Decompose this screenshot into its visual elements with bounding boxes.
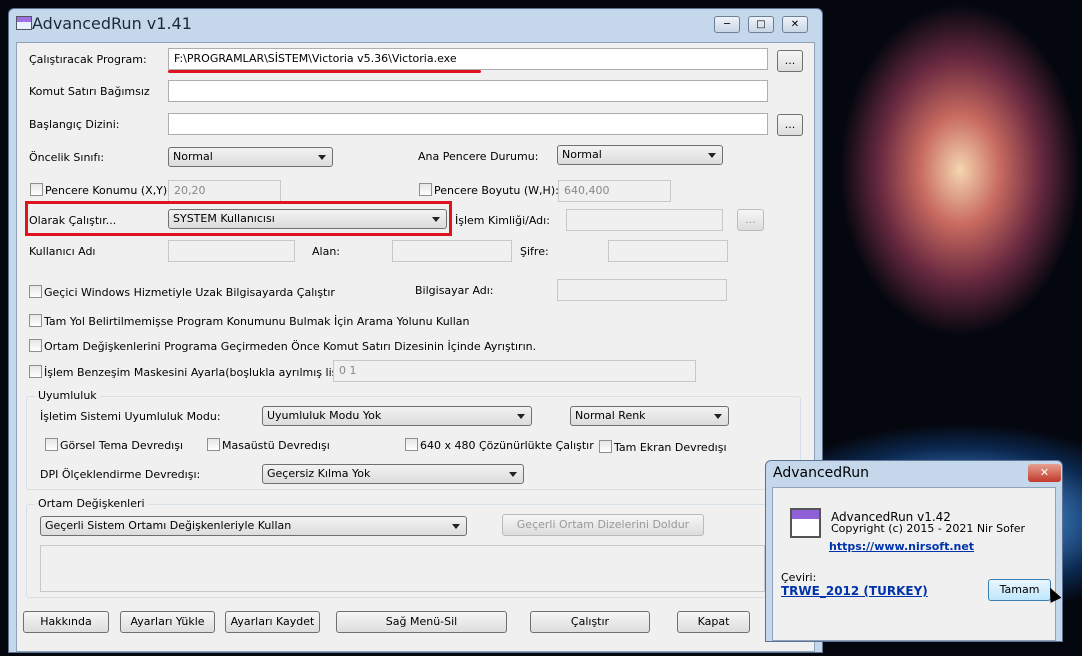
- about-button[interactable]: Hakkında: [23, 611, 109, 633]
- winsize-label: Pencere Boyutu (W,H):: [434, 184, 559, 197]
- translation-label: Çeviri:: [781, 571, 817, 584]
- env-textarea[interactable]: [40, 545, 765, 592]
- affinity-checkbox[interactable]: [29, 365, 42, 378]
- dpi-select[interactable]: Geçersiz Kılma Yok: [262, 464, 524, 484]
- fullscreen-label: Tam Ekran Devredışı: [614, 441, 727, 454]
- program-input[interactable]: F:\PROGRAMLAR\SİSTEM\Victoria v5.36\Vict…: [168, 48, 768, 70]
- window-title: AdvancedRun v1.41: [32, 14, 192, 33]
- winsize-input[interactable]: 640,400: [558, 180, 671, 202]
- context-menu-button[interactable]: Sağ Menü-Sil: [336, 611, 507, 633]
- affinity-input[interactable]: 0 1: [333, 360, 696, 382]
- theme-checkbox[interactable]: [45, 438, 58, 451]
- res640-label: 640 x 480 Çözünürlükte Çalıştır: [420, 439, 594, 452]
- os-compat-select[interactable]: Uyumluluk Modu Yok: [262, 406, 532, 426]
- winsize-checkbox[interactable]: [419, 183, 432, 196]
- fill-env-button[interactable]: Geçerli Ortam Dizelerini Doldur: [502, 514, 704, 536]
- username-input[interactable]: [168, 240, 295, 262]
- env-mode-select[interactable]: Geçerli Sistem Ortamı Değişkenleriyle Ku…: [40, 516, 467, 536]
- os-compat-label: İşletim Sistemi Uyumluluk Modu:: [40, 410, 221, 423]
- browse-program-button[interactable]: ...: [777, 50, 803, 72]
- runas-label: Olarak Çalıştır...: [29, 214, 117, 227]
- desktop-label: Masaüstü Devredışı: [222, 439, 330, 452]
- affinity-label: İşlem Benzeşim Maskesini Ayarla(boşlukla…: [44, 366, 357, 379]
- close-button[interactable]: ✕: [782, 16, 808, 33]
- close-app-button[interactable]: Kapat: [677, 611, 750, 633]
- highlight-underline: [168, 70, 481, 73]
- parseenv-checkbox[interactable]: [29, 339, 42, 352]
- browse-process-button[interactable]: ...: [737, 209, 764, 231]
- priority-select[interactable]: Normal: [168, 147, 333, 167]
- browse-startdir-button[interactable]: ...: [777, 114, 803, 136]
- mainwin-label: Ana Pencere Durumu:: [418, 150, 539, 163]
- domain-label: Alan:: [312, 245, 340, 258]
- winpos-label: Pencere Konumu (X,Y):: [45, 184, 171, 197]
- password-label: Şifre:: [520, 245, 549, 258]
- save-settings-button[interactable]: Ayarları Kaydet: [225, 611, 320, 633]
- username-label: Kullanıcı Adı: [29, 245, 96, 258]
- about-url-link[interactable]: https://www.nirsoft.net: [829, 540, 974, 553]
- res640-checkbox[interactable]: [405, 438, 418, 451]
- minimize-button[interactable]: ─: [714, 16, 740, 33]
- ok-button[interactable]: Tamam: [988, 579, 1051, 601]
- remote-label: Geçici Windows Hizmetiyle Uzak Bilgisaya…: [44, 286, 335, 299]
- computer-label: Bilgisayar Adı:: [415, 284, 494, 297]
- priority-label: Öncelik Sınıfı:: [29, 151, 105, 164]
- run-button[interactable]: Çalıştır: [530, 611, 650, 633]
- startdir-label: Başlangıç Dizini:: [29, 118, 120, 131]
- process-input[interactable]: [566, 209, 723, 231]
- password-input[interactable]: [608, 240, 728, 262]
- domain-input[interactable]: [392, 240, 512, 262]
- computer-input[interactable]: [557, 279, 727, 301]
- cmdline-label: Komut Satırı Bağımsız: [29, 85, 150, 98]
- searchpath-label: Tam Yol Belirtilmemişse Program Konumunu…: [44, 315, 470, 328]
- cmdline-input[interactable]: [168, 80, 768, 102]
- color-select[interactable]: Normal Renk: [570, 406, 729, 426]
- env-group-label: Ortam Değişkenleri: [35, 497, 148, 510]
- about-app-icon: [790, 508, 821, 538]
- remote-checkbox[interactable]: [29, 285, 42, 298]
- about-title: AdvancedRun: [773, 465, 869, 481]
- winpos-checkbox[interactable]: [30, 183, 43, 196]
- maximize-button[interactable]: □: [748, 16, 774, 33]
- runas-select[interactable]: SYSTEM Kullanıcısı: [168, 209, 447, 229]
- dpi-label: DPI Ölçeklendirme Devredışı:: [40, 468, 201, 481]
- load-settings-button[interactable]: Ayarları Yükle: [120, 611, 215, 633]
- mainwin-select[interactable]: Normal: [557, 145, 723, 165]
- compat-group-label: Uyumluluk: [35, 389, 100, 402]
- parseenv-label: Ortam Değişkenlerini Programa Geçirmeden…: [44, 340, 537, 353]
- about-close-button[interactable]: ✕: [1028, 464, 1061, 482]
- translator-link[interactable]: TRWE_2012 (TURKEY): [781, 584, 928, 598]
- startdir-input[interactable]: [168, 113, 768, 135]
- theme-label: Görsel Tema Devredışı: [60, 439, 184, 452]
- about-copyright: Copyright (c) 2015 - 2021 Nir Sofer: [831, 522, 1025, 535]
- desktop-checkbox[interactable]: [207, 438, 220, 451]
- fullscreen-checkbox[interactable]: [599, 440, 612, 453]
- program-label: Çalıştıracak Program:: [29, 53, 147, 66]
- searchpath-checkbox[interactable]: [29, 314, 42, 327]
- app-icon: [16, 16, 32, 30]
- winpos-input[interactable]: 20,20: [168, 180, 281, 202]
- process-label: İşlem Kimliği/Adı:: [455, 214, 550, 227]
